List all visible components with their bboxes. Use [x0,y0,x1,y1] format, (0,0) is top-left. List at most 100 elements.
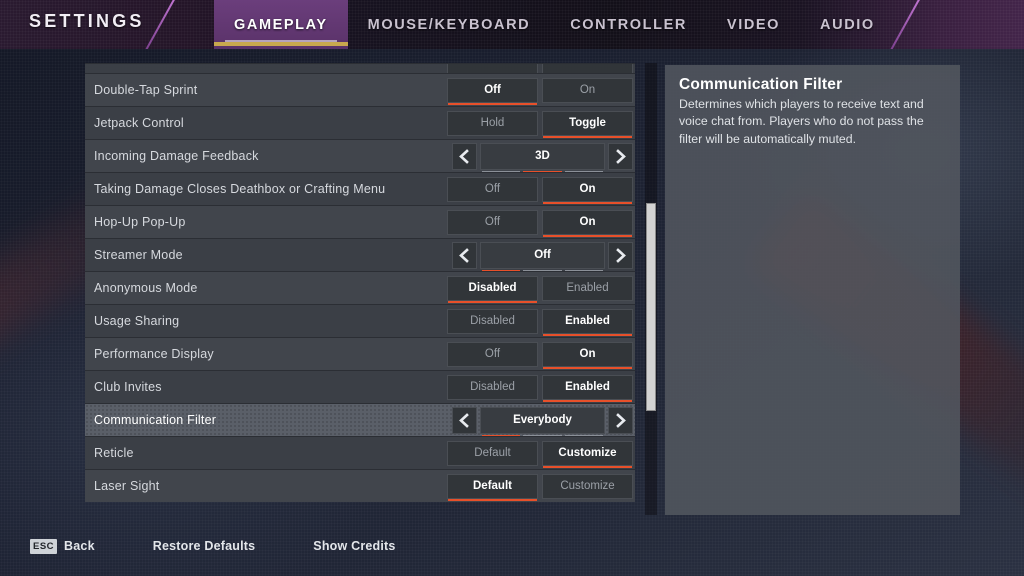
settings-row-control: Off On [447,173,635,205]
option-button[interactable]: Customize [542,440,633,468]
tab-label: CONTROLLER [570,16,687,33]
chevron-left-icon[interactable] [452,142,477,170]
option-button[interactable]: Off [447,341,538,367]
option-label: Hold [480,117,505,129]
settings-row-hop-up-pop-up[interactable]: Hop-Up Pop-Up Off On [85,205,635,238]
settings-row-label: Laser Sight [94,479,160,493]
settings-row-incoming-damage-feedback[interactable]: Incoming Damage Feedback 3D [85,139,635,173]
settings-row-label: Usage Sharing [94,314,180,328]
settings-row-usage-sharing[interactable]: Usage Sharing Disabled Enabled [85,304,635,337]
settings-row-label: Taking Damage Closes Deathbox or Craftin… [94,182,386,196]
settings-row-control: Everybody [452,404,635,437]
settings-row-jetpack-control[interactable]: Jetpack Control Hold Toggle [85,106,635,139]
tab-video[interactable]: VIDEO [707,0,800,49]
settings-row-streamer-mode[interactable]: Streamer Mode Off [85,238,635,272]
page-title: SETTINGS [29,11,145,31]
settings-row-control: 3D [452,140,635,173]
option-label: Enabled [565,381,610,393]
footer-label: Restore Defaults [152,539,256,553]
option-button[interactable] [542,64,633,73]
settings-row-control: Off On [447,206,635,238]
footer-back[interactable]: ESC Back [30,538,95,554]
stepper-value-label: Everybody [513,414,572,426]
option-button[interactable]: On [542,77,633,103]
footer-bar: ESC Back Restore Defaults Show Credits [0,516,1024,576]
tab-label: VIDEO [726,16,781,33]
stepper-control: 3D [452,142,633,173]
stepper-value[interactable]: 3D [480,142,605,173]
settings-row-label: Incoming Damage Feedback [94,149,259,163]
option-button[interactable] [447,64,538,73]
option-button[interactable]: On [542,176,633,204]
option-button[interactable]: Off [447,209,538,235]
stepper-control: Everybody [452,406,633,437]
option-button[interactable]: On [542,341,633,369]
option-button[interactable]: Disabled [447,374,538,400]
settings-row-label: Hop-Up Pop-Up [94,215,186,229]
option-button[interactable]: Enabled [542,308,633,336]
tab-gameplay[interactable]: GAMEPLAY [214,0,348,49]
settings-row-communication-filter[interactable]: Communication Filter Everybody [85,403,635,437]
settings-row-anonymous-mode[interactable]: Anonymous Mode Disabled Enabled [85,271,635,304]
settings-row-label: Communication Filter [94,413,217,427]
tab-mouse-keyboard[interactable]: MOUSE/KEYBOARD [348,0,551,49]
chevron-right-icon[interactable] [608,142,633,170]
option-button[interactable]: Disabled [447,275,538,303]
settings-row-control: Off [452,239,635,272]
option-button[interactable]: Off [447,176,538,202]
chevron-left-icon[interactable] [452,406,477,434]
option-button[interactable]: Toggle [542,110,633,138]
option-button[interactable]: Disabled [447,308,538,334]
info-panel-description: Determines which players to receive text… [679,97,924,146]
settings-row-performance-display[interactable]: Performance Display Off On [85,337,635,370]
option-label: Default [474,447,511,459]
settings-scrollbar-track[interactable] [645,63,657,515]
settings-row-laser-sight[interactable]: Laser Sight Default Customize [85,469,635,502]
info-panel: Communication Filter Determines which pl… [665,65,960,515]
tab-bar: GAMEPLAY MOUSE/KEYBOARD CONTROLLER VIDEO AUD… [214,0,895,49]
settings-row-taking-damage-closes-deathbox-or-crafting-menu[interactable]: Taking Damage Closes Deathbox or Craftin… [85,172,635,205]
stepper-value[interactable]: Off [480,241,605,272]
settings-row-club-invites[interactable]: Club Invites Disabled Enabled [85,370,635,403]
settings-row-double-tap-sprint[interactable]: Double-Tap Sprint Off On [85,73,635,106]
option-button[interactable]: Enabled [542,374,633,402]
settings-row-control: Disabled Enabled [447,272,635,304]
option-label: Disabled [470,381,515,393]
option-button[interactable]: Hold [447,110,538,136]
settings-row-label: Reticle [94,446,134,460]
chevron-right-icon[interactable] [608,241,633,269]
footer-restore-defaults[interactable]: Restore Defaults [153,539,256,553]
tab-label: MOUSE/KEYBOARD [367,16,531,33]
tab-label: AUDIO [820,16,875,33]
settings-row-label: Streamer Mode [94,248,183,262]
settings-row-control: Hold Toggle [447,107,635,139]
option-label: Enabled [566,282,609,294]
stepper-value-label: Off [534,249,551,261]
option-button[interactable]: Customize [542,473,633,499]
settings-list: Double-Tap Sprint Off On Jetpack Control Hol… [85,63,635,515]
settings-row-row-0[interactable] [85,63,635,73]
option-button[interactable]: Default [447,473,538,501]
stepper-control: Off [452,241,633,272]
footer-label: Back [64,539,95,553]
settings-row-label: Anonymous Mode [94,281,198,295]
option-label: Customize [558,447,617,459]
option-button[interactable]: Default [447,440,538,466]
option-button[interactable]: Off [447,77,538,105]
info-panel-title: Communication Filter [679,76,843,93]
tab-audio[interactable]: AUDIO [800,0,895,49]
option-label: Toggle [569,117,606,129]
option-button[interactable]: On [542,209,633,237]
stepper-value[interactable]: Everybody [480,406,605,437]
settings-row-reticle[interactable]: Reticle Default Customize [85,436,635,469]
footer-show-credits[interactable]: Show Credits [313,539,395,553]
tab-controller[interactable]: CONTROLLER [550,0,707,49]
tab-label: GAMEPLAY [234,16,328,33]
chevron-right-icon[interactable] [608,406,633,434]
option-button[interactable]: Enabled [542,275,633,301]
settings-scrollbar-thumb[interactable] [646,203,656,412]
settings-row-control: Off On [447,338,635,370]
option-label: On [579,216,596,228]
settings-row-label: Double-Tap Sprint [94,83,198,97]
chevron-left-icon[interactable] [452,241,477,269]
